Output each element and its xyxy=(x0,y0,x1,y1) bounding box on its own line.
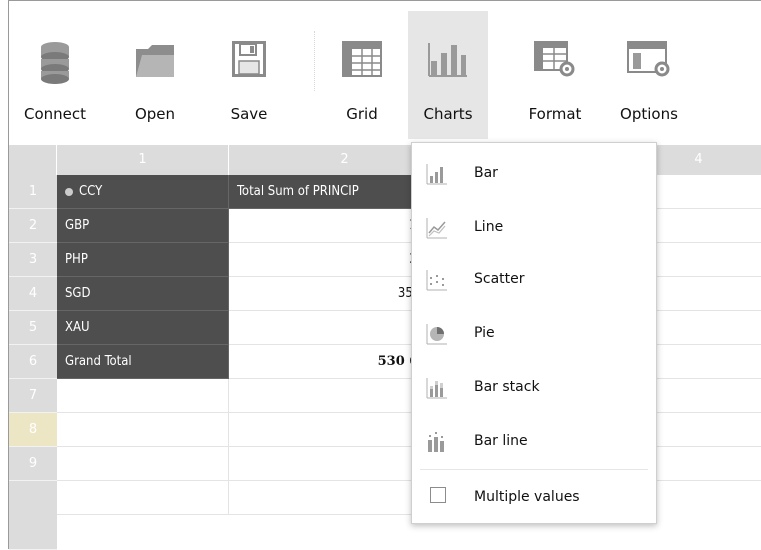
grid-button[interactable]: Grid xyxy=(327,11,397,139)
menu-separator xyxy=(420,469,648,470)
row-label-cell[interactable]: PHP xyxy=(57,243,229,277)
row-header[interactable]: 5 xyxy=(9,311,57,345)
row-header[interactable]: 1 xyxy=(9,175,57,209)
charts-dropdown-menu: Bar Line Scatter Pie Bar stack Bar line … xyxy=(411,142,657,524)
row-header[interactable] xyxy=(9,481,57,550)
save-label: Save xyxy=(230,105,268,123)
menu-item-pie[interactable]: Pie xyxy=(412,307,656,359)
grand-total-label-cell[interactable]: Grand Total xyxy=(57,345,229,379)
charts-button[interactable]: Charts xyxy=(408,11,488,139)
empty-cell[interactable] xyxy=(57,379,229,413)
bar-line-chart-icon xyxy=(428,432,444,452)
row-header[interactable]: 6 xyxy=(9,345,57,379)
format-icon xyxy=(534,41,575,77)
menu-item-line[interactable]: Line xyxy=(412,201,656,253)
expand-toggle-icon[interactable] xyxy=(65,187,73,196)
bar-chart-icon xyxy=(426,164,447,185)
row-header[interactable]: 3 xyxy=(9,243,57,277)
toolbar-separator xyxy=(314,31,315,91)
menu-item-label: Multiple values xyxy=(474,489,580,505)
menu-item-bar-stack[interactable]: Bar stack xyxy=(412,361,656,413)
format-button[interactable]: Format xyxy=(515,11,595,139)
corner-cell xyxy=(9,145,57,175)
column-header[interactable]: 1 xyxy=(57,145,229,175)
options-label: Options xyxy=(620,105,678,123)
bar-chart-icon xyxy=(428,43,467,77)
floppy-disk-icon xyxy=(232,41,266,77)
ccy-header-label: CCY xyxy=(79,184,103,199)
ccy-header-cell[interactable]: CCY xyxy=(57,175,229,209)
row-label-cell[interactable]: SGD xyxy=(57,277,229,311)
menu-item-bar[interactable]: Bar xyxy=(412,147,656,199)
menu-item-label: Bar line xyxy=(474,433,528,449)
pie-chart-icon xyxy=(426,324,447,345)
format-label: Format xyxy=(528,105,582,123)
scatter-chart-icon xyxy=(426,270,447,291)
empty-cell[interactable] xyxy=(57,447,229,481)
menu-item-scatter[interactable]: Scatter xyxy=(412,253,656,305)
options-button[interactable]: Options xyxy=(609,11,689,139)
menu-item-label: Pie xyxy=(474,325,495,341)
menu-item-label: Line xyxy=(474,219,504,235)
row-label-cell[interactable]: XAU xyxy=(57,311,229,345)
connect-button[interactable]: Connect xyxy=(17,11,93,139)
options-icon xyxy=(627,41,670,77)
toolbar: Connect Open Save Grid Charts Format Opt… xyxy=(9,1,761,141)
open-label: Open xyxy=(134,105,176,123)
menu-item-label: Bar stack xyxy=(474,379,540,395)
empty-cell[interactable] xyxy=(57,413,229,447)
empty-cell[interactable] xyxy=(57,481,229,515)
row-header[interactable]: 2 xyxy=(9,209,57,243)
menu-item-label: Bar xyxy=(474,165,498,181)
row-label-cell[interactable]: GBP xyxy=(57,209,229,243)
menu-item-label: Scatter xyxy=(474,271,525,287)
menu-item-multiple-values[interactable]: Multiple values xyxy=(412,471,656,523)
row-header[interactable]: 4 xyxy=(9,277,57,311)
stacked-bar-chart-icon xyxy=(426,378,447,399)
folder-icon xyxy=(136,45,174,77)
connect-label: Connect xyxy=(23,105,87,123)
database-icon xyxy=(41,42,69,84)
save-button[interactable]: Save xyxy=(219,11,279,139)
open-button[interactable]: Open xyxy=(121,11,189,139)
row-header[interactable]: 9 xyxy=(9,447,57,481)
row-header-selected[interactable]: 8 xyxy=(9,413,57,447)
line-chart-icon xyxy=(426,218,447,239)
multiple-values-checkbox[interactable] xyxy=(430,487,446,503)
menu-item-bar-line[interactable]: Bar line xyxy=(412,415,656,467)
row-header[interactable]: 7 xyxy=(9,379,57,413)
grid-icon xyxy=(342,41,382,77)
charts-label: Charts xyxy=(423,105,473,123)
grid-label: Grid xyxy=(346,105,378,123)
